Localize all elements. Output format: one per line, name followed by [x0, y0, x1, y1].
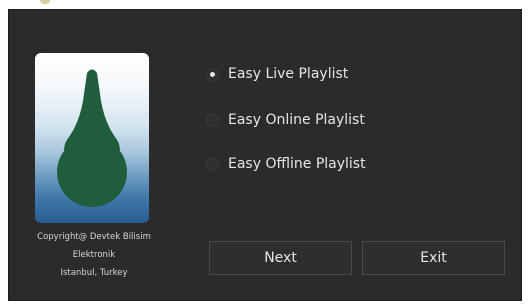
app-window: Copyright@ Devtek Bilisim Elektronik Ist…: [0, 0, 528, 308]
copyright-block: Copyright@ Devtek Bilisim Elektronik Ist…: [9, 228, 179, 282]
company-line: Elektronik: [72, 250, 116, 260]
logo-circle-shape: [57, 137, 127, 207]
radio-button-checked[interactable]: [206, 67, 219, 81]
option-easy-offline-playlist[interactable]: Easy Offline Playlist: [206, 153, 366, 175]
exit-button[interactable]: Exit: [362, 241, 505, 275]
devtek-logo-icon: [35, 53, 149, 223]
next-button[interactable]: Next: [209, 241, 352, 275]
radio-button[interactable]: [206, 113, 219, 127]
app-title-icon: [40, 0, 50, 4]
option-easy-online-playlist[interactable]: Easy Online Playlist: [206, 109, 365, 131]
window-bottom-edge: [0, 301, 528, 308]
copyright-line: Copyright@ Devtek Bilisim: [37, 232, 151, 242]
title-bar: [0, 0, 528, 9]
option-label: Easy Live Playlist: [228, 66, 349, 82]
option-label: Easy Offline Playlist: [228, 156, 366, 172]
devtek-logo-graphic: [57, 69, 127, 207]
location-line: Istanbul, Turkey: [60, 268, 128, 278]
option-easy-live-playlist[interactable]: Easy Live Playlist: [206, 63, 348, 85]
option-label: Easy Online Playlist: [228, 112, 365, 128]
radio-button[interactable]: [206, 157, 219, 171]
playlist-selector-dialog: Copyright@ Devtek Bilisim Elektronik Ist…: [8, 9, 522, 301]
